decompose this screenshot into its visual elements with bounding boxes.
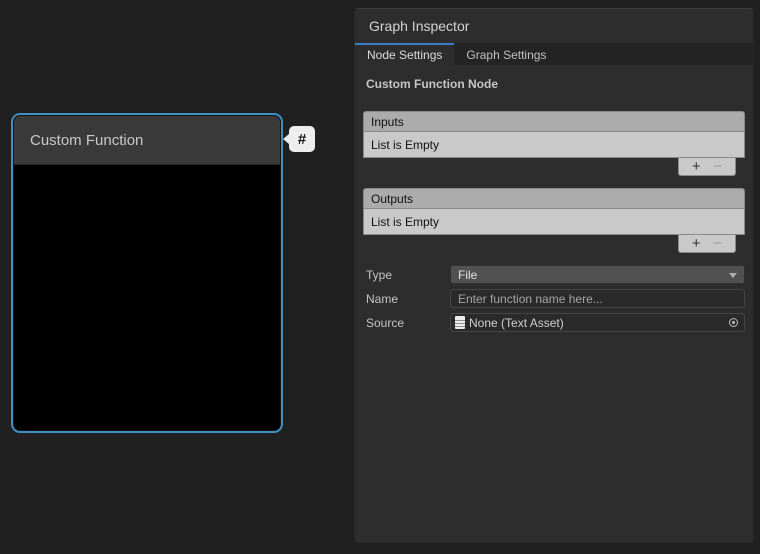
graph-inspector-panel: Graph Inspector Node Settings Graph Sett… bbox=[354, 8, 754, 543]
outputs-list-footer: + − bbox=[363, 235, 745, 253]
type-label: Type bbox=[363, 268, 450, 282]
inputs-add-button[interactable]: + bbox=[692, 160, 701, 174]
graph-canvas[interactable]: Custom Function # bbox=[0, 0, 352, 554]
source-object-field[interactable]: None (Text Asset) bbox=[450, 313, 745, 332]
outputs-list-empty-row: List is Empty bbox=[363, 209, 745, 235]
node-frame: Custom Function bbox=[14, 116, 280, 430]
outputs-add-button[interactable]: + bbox=[692, 237, 701, 251]
tab-node-settings-label: Node Settings bbox=[367, 48, 442, 62]
section-heading: Custom Function Node bbox=[363, 77, 745, 91]
property-fields: Type File Name Source None (Text Asset) bbox=[363, 265, 745, 332]
text-asset-icon bbox=[455, 316, 465, 329]
source-object-value: None (Text Asset) bbox=[469, 316, 725, 330]
inputs-list: Inputs List is Empty + − bbox=[363, 111, 745, 176]
tab-graph-settings[interactable]: Graph Settings bbox=[454, 43, 558, 65]
tab-graph-settings-label: Graph Settings bbox=[466, 48, 546, 62]
name-field-row: Name bbox=[363, 289, 745, 308]
outputs-list-header: Outputs bbox=[363, 188, 745, 209]
badge-tail-icon bbox=[283, 134, 289, 144]
inspector-title: Graph Inspector bbox=[369, 18, 469, 34]
node-body bbox=[14, 165, 280, 430]
hash-icon: # bbox=[298, 131, 306, 148]
outputs-remove-button[interactable]: − bbox=[713, 237, 722, 251]
picker-circle bbox=[729, 318, 738, 327]
custom-function-node[interactable]: Custom Function bbox=[11, 113, 283, 433]
tab-node-settings[interactable]: Node Settings bbox=[355, 43, 454, 65]
type-field-row: Type File bbox=[363, 265, 745, 284]
type-dropdown[interactable]: File bbox=[450, 265, 745, 284]
inspector-tab-bar: Node Settings Graph Settings bbox=[355, 43, 753, 65]
inputs-footer-bar: + − bbox=[678, 158, 736, 176]
inspector-titlebar[interactable]: Graph Inspector bbox=[355, 9, 753, 43]
outputs-list: Outputs List is Empty + − bbox=[363, 188, 745, 253]
picker-dot bbox=[732, 321, 735, 324]
type-dropdown-value: File bbox=[458, 268, 477, 282]
object-picker-icon[interactable] bbox=[725, 315, 741, 331]
inputs-list-empty-row: List is Empty bbox=[363, 132, 745, 158]
outputs-list-header-label: Outputs bbox=[371, 192, 413, 206]
outputs-empty-label: List is Empty bbox=[371, 215, 439, 229]
source-field-row: Source None (Text Asset) bbox=[363, 313, 745, 332]
inputs-remove-button[interactable]: − bbox=[713, 160, 722, 174]
name-label: Name bbox=[363, 292, 450, 306]
node-settings-hash-badge[interactable]: # bbox=[289, 126, 315, 152]
outputs-footer-bar: + − bbox=[678, 235, 736, 253]
node-title: Custom Function bbox=[30, 132, 143, 149]
inputs-list-footer: + − bbox=[363, 158, 745, 176]
node-title-bar: Custom Function bbox=[14, 116, 280, 165]
inputs-list-header-label: Inputs bbox=[371, 115, 404, 129]
inspector-content: Custom Function Node Inputs List is Empt… bbox=[355, 65, 753, 542]
inputs-list-header: Inputs bbox=[363, 111, 745, 132]
source-label: Source bbox=[363, 316, 450, 330]
inputs-empty-label: List is Empty bbox=[371, 138, 439, 152]
function-name-input[interactable] bbox=[450, 289, 745, 308]
chevron-down-icon bbox=[729, 273, 737, 278]
